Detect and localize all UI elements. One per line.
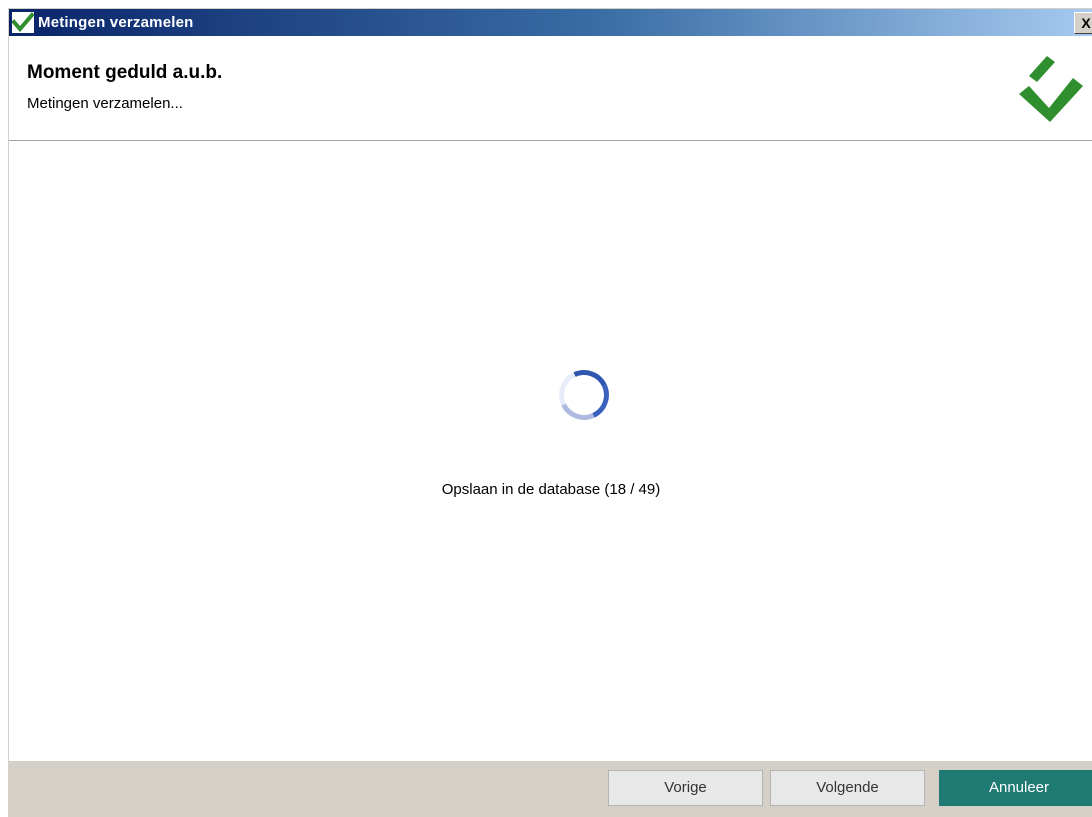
- wizard-content: Opslaan in de database (18 / 49): [9, 141, 1092, 761]
- title-bar[interactable]: Metingen verzamelen X: [9, 9, 1092, 36]
- wizard-footer: Vorige Volgende Annuleer: [9, 761, 1092, 817]
- progress-status-text: Opslaan in de database (18 / 49): [441, 481, 661, 498]
- wizard-header: Moment geduld a.u.b. Metingen verzamelen…: [9, 36, 1092, 141]
- page-title: Moment geduld a.u.b.: [27, 62, 223, 83]
- logo-checkmark-icon: [1017, 56, 1085, 129]
- close-button[interactable]: X: [1074, 12, 1092, 34]
- spinner-icon: [551, 362, 617, 428]
- previous-button[interactable]: Vorige: [608, 770, 763, 806]
- cancel-button[interactable]: Annuleer: [939, 770, 1092, 806]
- window-title: Metingen verzamelen: [38, 14, 194, 31]
- page-subtitle: Metingen verzamelen...: [27, 95, 183, 112]
- next-button[interactable]: Volgende: [770, 770, 925, 806]
- wizard-window: Metingen verzamelen X Moment geduld a.u.…: [8, 8, 1092, 817]
- app-checkmark-icon: [12, 12, 34, 33]
